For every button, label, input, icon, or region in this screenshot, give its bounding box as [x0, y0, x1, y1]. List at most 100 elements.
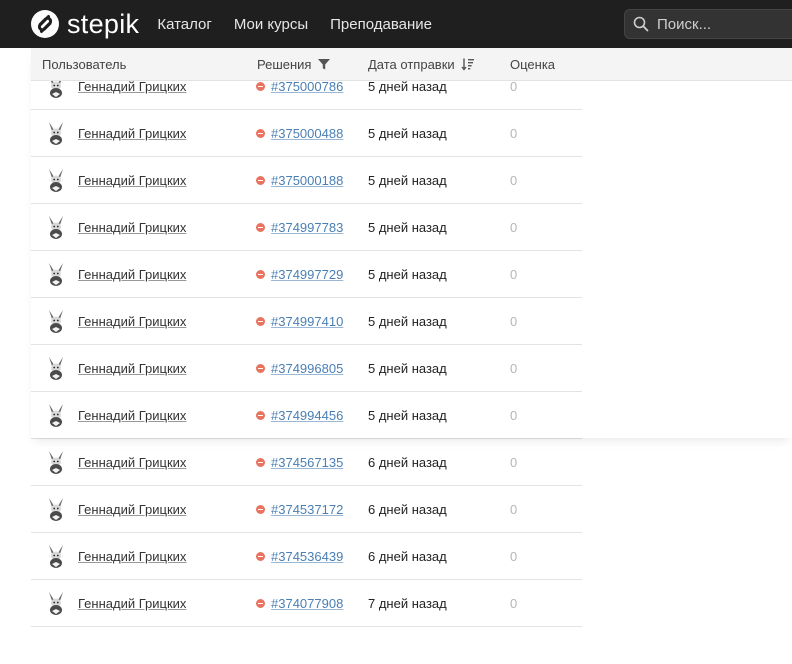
user-avatar[interactable] [45, 402, 67, 428]
date-cell: 6 дней назад [368, 486, 447, 532]
submission-date: 5 дней назад [368, 360, 447, 376]
column-header-solutions[interactable]: Решения [257, 48, 331, 80]
score-value: 0 [510, 595, 518, 611]
user-name-link[interactable]: Геннадий Грицких [78, 455, 186, 470]
user-avatar[interactable] [45, 214, 67, 240]
user-avatar[interactable] [45, 355, 67, 381]
user-avatar[interactable] [45, 590, 67, 616]
submission-date: 6 дней назад [368, 454, 447, 470]
solution-link[interactable]: #374997410 [271, 314, 343, 329]
avatar-cell [45, 486, 67, 532]
score-cell: 0 [510, 580, 517, 626]
user-cell: Геннадий Грицких [78, 533, 186, 579]
user-avatar[interactable] [45, 543, 67, 569]
user-name-link[interactable]: Геннадий Грицких [78, 314, 186, 329]
score-cell: 0 [510, 204, 517, 250]
avatar-cell [45, 580, 67, 626]
score-value: 0 [510, 219, 518, 235]
user-avatar[interactable] [45, 120, 67, 146]
nav-link-teaching[interactable]: Преподавание [330, 16, 432, 33]
solution-link[interactable]: #374077908 [271, 596, 343, 611]
user-name-link[interactable]: Геннадий Грицких [78, 549, 186, 564]
user-name-link[interactable]: Геннадий Грицких [78, 502, 186, 517]
user-name-link[interactable]: Геннадий Грицких [78, 361, 186, 376]
table-row: Геннадий Грицких #374997783 5 дней назад 0 [31, 204, 582, 251]
solution-cell: #374997410 [256, 298, 343, 344]
solution-link[interactable]: #374567135 [271, 455, 343, 470]
date-cell: 5 дней назад [368, 298, 447, 344]
score-value: 0 [510, 125, 518, 141]
user-name-link[interactable]: Геннадий Грицких [78, 126, 186, 141]
user-cell: Геннадий Грицких [78, 110, 186, 156]
user-cell: Геннадий Грицких [78, 298, 186, 344]
score-cell: 0 [510, 157, 517, 203]
date-cell: 5 дней назад [368, 110, 447, 156]
user-name-link[interactable]: Геннадий Грицких [78, 173, 186, 188]
wrong-status-icon [256, 222, 265, 232]
score-cell: 0 [510, 533, 517, 579]
search-icon [633, 16, 649, 32]
column-header-score[interactable]: Оценка [510, 48, 555, 80]
solution-cell: #375000488 [256, 110, 343, 156]
score-value: 0 [510, 501, 518, 517]
user-cell: Геннадий Грицких [78, 204, 186, 250]
filter-icon[interactable] [317, 57, 331, 71]
solution-link[interactable]: #374994456 [271, 408, 343, 423]
user-avatar[interactable] [45, 496, 67, 522]
wrong-status-icon [256, 81, 265, 91]
table-row: Геннадий Грицких #374994456 5 дней назад 0 [31, 392, 582, 439]
avatar-cell [45, 533, 67, 579]
search-box[interactable] [624, 9, 792, 39]
submission-date: 6 дней назад [368, 501, 447, 517]
solution-link[interactable]: #374537172 [271, 502, 343, 517]
user-avatar[interactable] [45, 449, 67, 475]
score-value: 0 [510, 266, 518, 282]
avatar-cell [45, 251, 67, 297]
avatar-cell [45, 298, 67, 344]
user-name-link[interactable]: Геннадий Грицких [78, 596, 186, 611]
column-header-score-label: Оценка [510, 56, 556, 72]
solution-cell: #374996805 [256, 345, 343, 391]
sort-descending-icon[interactable] [461, 57, 475, 71]
table-row: Геннадий Грицких #375000188 5 дней назад 0 [31, 157, 582, 204]
score-cell: 0 [510, 110, 517, 156]
user-name-link[interactable]: Геннадий Грицких [78, 267, 186, 282]
solution-link[interactable]: #374997729 [271, 267, 343, 282]
submission-date: 5 дней назад [368, 219, 447, 235]
user-name-link[interactable]: Геннадий Грицких [78, 408, 186, 423]
user-avatar[interactable] [45, 167, 67, 193]
submission-date: 5 дней назад [368, 313, 447, 329]
wrong-status-icon [256, 363, 265, 373]
solution-cell: #374077908 [256, 580, 343, 626]
column-header-user[interactable]: Пользователь [42, 48, 126, 80]
wrong-status-icon [256, 269, 265, 279]
table-row: Геннадий Грицких #375000488 5 дней назад 0 [31, 110, 582, 157]
submission-date: 5 дней назад [368, 266, 447, 282]
user-name-link[interactable]: Геннадий Грицких [78, 220, 186, 235]
user-cell: Геннадий Грицких [78, 345, 186, 391]
solution-link[interactable]: #374536439 [271, 549, 343, 564]
user-cell: Геннадий Грицких [78, 580, 186, 626]
user-avatar[interactable] [45, 308, 67, 334]
score-value: 0 [510, 548, 518, 564]
score-value: 0 [510, 454, 518, 470]
brand-name: stepik [67, 9, 140, 39]
solution-link[interactable]: #374997783 [271, 220, 343, 235]
solution-link[interactable]: #375000488 [271, 126, 343, 141]
solution-link[interactable]: #375000188 [271, 173, 343, 188]
nav-link-catalog[interactable]: Каталог [157, 16, 212, 33]
user-avatar[interactable] [45, 261, 67, 287]
nav-link-my-courses[interactable]: Мои курсы [234, 16, 308, 33]
wrong-status-icon [256, 175, 265, 185]
score-value: 0 [510, 172, 518, 188]
score-cell: 0 [510, 486, 517, 532]
score-value: 0 [510, 313, 518, 329]
column-header-date[interactable]: Дата отправки [368, 48, 475, 80]
brand[interactable]: stepik [30, 0, 139, 48]
avatar-cell [45, 204, 67, 250]
table-row: Геннадий Грицких #374537172 6 дней назад 0 [31, 486, 582, 533]
solution-cell: #374997783 [256, 204, 343, 250]
solution-link[interactable]: #374996805 [271, 361, 343, 376]
date-cell: 6 дней назад [368, 439, 447, 485]
search-input[interactable] [657, 15, 777, 33]
